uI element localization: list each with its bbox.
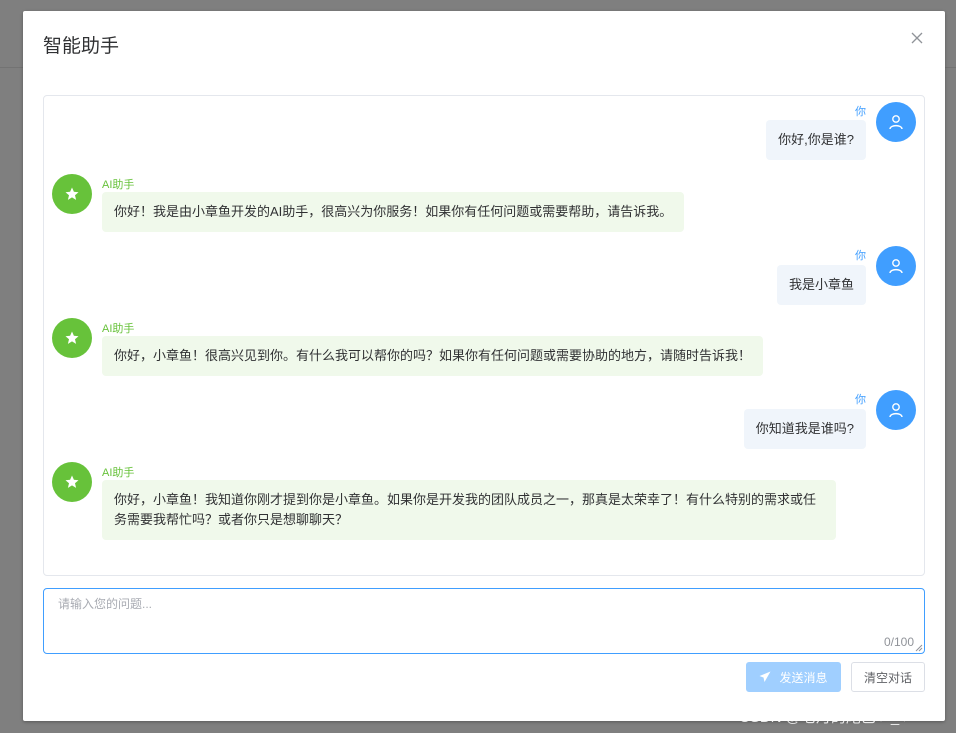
message-sender: 你 [855, 250, 866, 262]
dialog-title: 智能助手 [43, 36, 120, 57]
chat-history[interactable]: 你 你好,你是谁? AI助手 你好！我是由小章鱼开发的AI助手，很高兴为你服务！… [43, 95, 925, 576]
star-icon [65, 475, 79, 488]
message-sender: AI助手 [102, 323, 135, 335]
user-message-bubble: 我是小章鱼 [776, 265, 866, 305]
ai-message-bubble: 你好！我是由小章鱼开发的AI助手，很高兴为你服务！如果你有任何问题或需要帮助，请… [102, 192, 685, 232]
clear-button-label: 清空对话 [863, 670, 912, 685]
ai-avatar [52, 174, 92, 214]
question-input[interactable] [44, 589, 924, 653]
resize-handle[interactable] [915, 644, 923, 652]
user-icon [889, 259, 903, 274]
star-icon [65, 187, 79, 200]
user-message-bubble: 你知道我是谁吗? [743, 409, 866, 449]
user-avatar [876, 390, 916, 430]
user-icon [889, 115, 903, 130]
message-sender: 你 [855, 106, 866, 118]
user-message-bubble: 你好,你是谁? [766, 120, 866, 160]
clear-chat-button[interactable]: 清空对话 [851, 662, 925, 692]
message-sender: AI助手 [102, 467, 135, 479]
star-icon [65, 331, 79, 344]
question-input-wrapper: 0/100 [43, 588, 925, 654]
paper-plane-icon [759, 671, 771, 682]
message-sender: 你 [855, 394, 866, 406]
message-sender: AI助手 [102, 179, 135, 191]
ai-message-bubble: 你好，小章鱼！我知道你刚才提到你是小章鱼。如果你是开发我的团队成员之一，那真是太… [102, 480, 836, 540]
user-avatar [876, 246, 916, 286]
send-button-label: 发送消息 [779, 670, 828, 685]
assistant-dialog: 智能助手 你 你好,你是谁? AI助手 你好！我是由小章鱼开发的AI助手，很高兴… [23, 11, 945, 721]
ai-avatar [52, 462, 92, 502]
ai-message-bubble: 你好，小章鱼！很高兴见到你。有什么我可以帮你的吗？如果你有任何问题或需要协助的地… [102, 336, 764, 376]
send-message-button[interactable]: 发送消息 [746, 662, 841, 692]
watermark: CSDN @七月的尾巴←_← [739, 709, 915, 726]
char-counter: 0/100 [883, 635, 914, 649]
close-icon [911, 32, 923, 44]
user-avatar [876, 102, 916, 142]
ai-avatar [52, 318, 92, 358]
close-button[interactable] [909, 30, 925, 46]
user-icon [889, 403, 903, 418]
